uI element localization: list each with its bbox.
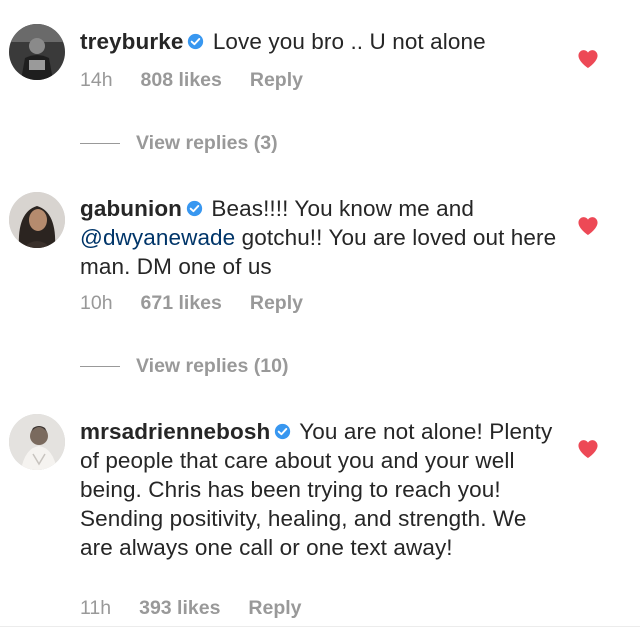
comment-timestamp: 14h [80,69,113,91]
heart-icon[interactable] [577,439,599,459]
reply-button[interactable]: Reply [250,69,303,92]
verified-badge-icon [188,33,204,50]
comment-text: Beas!!!! You know me and [211,196,474,221]
username-link[interactable]: mrsadriennebosh [80,419,270,444]
view-replies-button[interactable]: View replies (3) [80,132,278,154]
view-replies-button[interactable]: View replies (10) [80,355,288,377]
divider-line [80,366,120,367]
comment-meta: 11h 393 likes Reply [80,597,302,620]
likes-count[interactable]: 393 likes [139,597,220,620]
comment-text: Love you bro .. U not alone [212,29,486,54]
divider-line [80,143,120,144]
comment-meta: 10h 671 likes Reply [80,292,303,315]
heart-icon[interactable] [577,49,599,69]
username-link[interactable]: treyburke [80,29,183,54]
comment-body: gabunion Beas!!!! You know me and @dwyan… [80,194,560,281]
comment-body: mrsadriennebosh You are not alone! Plent… [80,417,560,562]
divider-line [0,626,640,627]
avatar[interactable] [9,24,65,80]
profile-photo-icon [9,414,65,470]
avatar[interactable] [9,414,65,470]
likes-count[interactable]: 808 likes [141,69,222,92]
reply-button[interactable]: Reply [248,597,301,620]
verified-badge-icon [275,423,291,440]
view-replies-label: View replies (10) [136,355,289,377]
heart-icon[interactable] [577,216,599,236]
verified-badge-icon [186,200,203,217]
profile-photo-icon [9,192,65,248]
likes-count[interactable]: 671 likes [141,292,222,315]
username-link[interactable]: gabunion [80,196,182,221]
comment-meta: 14h 808 likes Reply [80,69,303,92]
mention-link[interactable]: @dwyanewade [80,225,235,250]
avatar[interactable] [9,192,65,248]
comment-timestamp: 10h [80,292,113,314]
reply-button[interactable]: Reply [250,292,303,315]
comment-timestamp: 11h [80,597,112,619]
comment-body: treyburke Love you bro .. U not alone [80,27,560,56]
profile-photo-icon [9,24,65,80]
view-replies-label: View replies (3) [136,132,278,154]
